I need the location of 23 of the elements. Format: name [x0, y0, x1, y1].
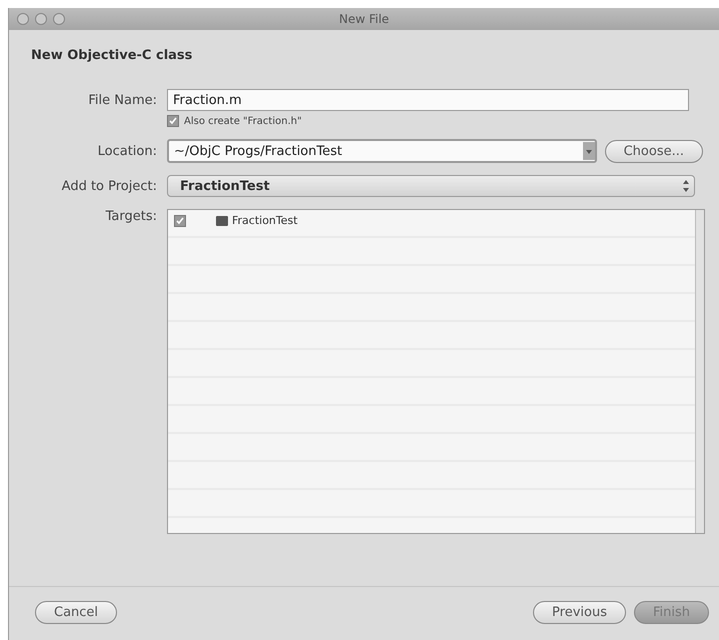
location-field[interactable]: ~/ObjC Progs/FractionTest: [167, 139, 597, 163]
target-icon: [216, 215, 228, 226]
window-control-icon[interactable]: [53, 13, 65, 25]
checkbox[interactable]: [167, 115, 179, 127]
dropdown-icon[interactable]: [582, 142, 595, 160]
checkbox-label: Also create "Fraction.h": [184, 116, 302, 126]
window-control-icon[interactable]: [17, 13, 29, 25]
scrollbar[interactable]: [695, 210, 704, 533]
checkbox[interactable]: [174, 214, 186, 226]
field-label: File Name:: [87, 92, 157, 108]
window-control-icon[interactable]: [35, 13, 47, 25]
previous-button[interactable]: Previous: [533, 601, 626, 624]
target-name[interactable]: FractionTest: [232, 214, 298, 227]
cancel-button[interactable]: Cancel: [35, 601, 118, 624]
stepper-icon: [682, 179, 690, 193]
window-title: New File: [338, 12, 390, 26]
field-label: Add to Project:: [60, 178, 157, 194]
field-label: Targets:: [104, 209, 157, 224]
choose-button[interactable]: Choose...: [604, 140, 703, 162]
file-name-field[interactable]: Fraction.m: [167, 89, 689, 111]
project-popup[interactable]: FractionTest: [167, 175, 695, 197]
field-label: Location:: [96, 144, 157, 158]
dialog-heading: New Objective-C class: [31, 48, 194, 63]
